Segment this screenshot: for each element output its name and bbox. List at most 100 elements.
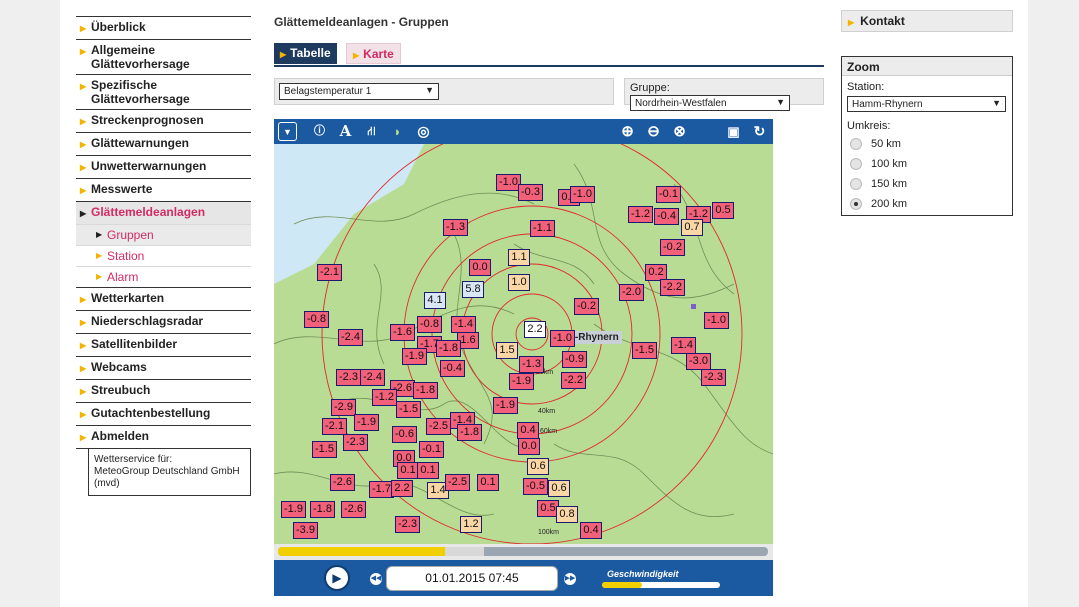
- station-value-tag[interactable]: -0.8: [417, 316, 442, 333]
- timeline-track[interactable]: [278, 547, 768, 556]
- station-value-tag[interactable]: -0.2: [574, 298, 599, 315]
- station-value-tag[interactable]: -2.6: [330, 474, 355, 491]
- station-value-tag[interactable]: 0.1: [397, 462, 419, 479]
- station-value-tag[interactable]: -1.6: [390, 324, 415, 341]
- radio-button[interactable]: [850, 198, 862, 210]
- nav-item-allgemeine-glaettevorhersage[interactable]: ▶ Allgemeine Glättevorhersage: [76, 39, 251, 74]
- tab-karte[interactable]: ▶ Karte: [346, 43, 401, 64]
- station-value-tag[interactable]: -1.2: [372, 389, 397, 406]
- station-value-tag[interactable]: -2.1: [317, 264, 342, 281]
- station-select[interactable]: Hamm-Rhynern ▼: [847, 96, 1006, 112]
- nav-item-satellitenbilder[interactable]: ▶ Satellitenbilder: [76, 333, 251, 356]
- station-value-tag[interactable]: -1.3: [519, 356, 544, 373]
- station-value-tag[interactable]: -2.3: [343, 434, 368, 451]
- radio-button[interactable]: [850, 178, 862, 190]
- datetime-field[interactable]: 01.01.2015 07:45: [386, 566, 558, 591]
- zoom-out-icon[interactable]: ⊖: [644, 122, 663, 141]
- save-icon[interactable]: ▣: [724, 122, 743, 141]
- station-value-tag[interactable]: -3.9: [293, 522, 318, 539]
- station-value-tag[interactable]: -0.4: [440, 360, 465, 377]
- station-value-tag[interactable]: -1.5: [312, 441, 337, 458]
- contact-button[interactable]: ▶ Kontakt: [841, 10, 1013, 32]
- station-value-tag[interactable]: -0.5: [523, 478, 548, 495]
- nav-item-wetterkarten[interactable]: ▶ Wetterkarten: [76, 287, 251, 310]
- radio-button[interactable]: [850, 158, 862, 170]
- nav-item-niederschlagsradar[interactable]: ▶ Niederschlagsradar: [76, 310, 251, 333]
- station-value-tag[interactable]: -1.0: [704, 312, 729, 329]
- play-button[interactable]: ▶: [324, 565, 350, 591]
- station-value-tag[interactable]: -0.1: [656, 186, 681, 203]
- radius-option-100[interactable]: 100 km: [850, 157, 907, 171]
- station-value-tag[interactable]: 1.5: [496, 342, 518, 359]
- refresh-icon[interactable]: ↻: [750, 122, 769, 141]
- station-value-tag[interactable]: -1.3: [443, 219, 468, 236]
- station-value-tag[interactable]: 5.8: [462, 281, 484, 298]
- zoom-in-icon[interactable]: ⊕: [618, 122, 637, 141]
- station-value-tag[interactable]: 0.0: [518, 438, 540, 455]
- station-value-tag[interactable]: -0.1: [419, 441, 444, 458]
- station-value-tag[interactable]: 0.0: [469, 259, 491, 276]
- station-value-tag[interactable]: -1.0: [570, 186, 595, 203]
- nav-item-glaettemeldeanlagen[interactable]: ▶ Glättemeldeanlagen: [76, 201, 251, 224]
- station-value-tag[interactable]: -1.9: [493, 397, 518, 414]
- region-map-icon[interactable]: ◗: [388, 122, 407, 141]
- station-value-tag[interactable]: 2.2: [524, 321, 546, 338]
- station-value-tag[interactable]: -1.5: [632, 342, 657, 359]
- station-value-tag[interactable]: -2.3: [701, 369, 726, 386]
- station-value-tag[interactable]: 0.8: [556, 506, 578, 523]
- station-value-tag[interactable]: -2.5: [426, 418, 451, 435]
- station-value-tag[interactable]: -0.2: [660, 239, 685, 256]
- station-value-tag[interactable]: 0.6: [548, 480, 570, 497]
- station-value-tag[interactable]: -1.9: [402, 348, 427, 365]
- radius-circle-icon[interactable]: ◎: [414, 122, 433, 141]
- station-value-tag[interactable]: -2.5: [445, 474, 470, 491]
- station-value-tag[interactable]: -1.9: [509, 373, 534, 390]
- nav-item-ueberblick[interactable]: ▶ Überblick: [76, 16, 251, 39]
- station-value-tag[interactable]: -2.3: [336, 369, 361, 386]
- text-label-icon[interactable]: A: [336, 122, 355, 141]
- station-value-tag[interactable]: 1.1: [508, 249, 530, 266]
- step-back-button[interactable]: ◀◀: [370, 573, 382, 585]
- station-value-tag[interactable]: 4.1: [424, 292, 446, 309]
- nav-item-spezifische-glaettevorhersage[interactable]: ▶ Spezifische Glättevorhersage: [76, 74, 251, 109]
- station-value-tag[interactable]: -1.8: [436, 340, 461, 357]
- nav-subitem-gruppen[interactable]: ▶ Gruppen: [76, 224, 251, 245]
- speed-slider[interactable]: [602, 582, 720, 588]
- station-value-tag[interactable]: -2.4: [338, 329, 363, 346]
- station-value-tag[interactable]: -1.2: [628, 206, 653, 223]
- station-value-tag[interactable]: 0.6: [527, 458, 549, 475]
- station-value-tag[interactable]: -1.9: [281, 501, 306, 518]
- map-canvas[interactable]: m-Rhynern 20km 40km 60km 100km -1.0 -0.3 0…: [274, 144, 773, 544]
- station-value-tag[interactable]: 0.7: [681, 219, 703, 236]
- radio-button[interactable]: [850, 138, 862, 150]
- station-value-tag[interactable]: -2.6: [341, 501, 366, 518]
- zoom-reset-icon[interactable]: ⊗: [670, 122, 689, 141]
- parameter-select[interactable]: Belagstemperatur 1 ▼: [279, 83, 439, 100]
- station-value-tag[interactable]: -2.1: [322, 418, 347, 435]
- station-value-tag[interactable]: 2.2: [391, 480, 413, 497]
- station-value-tag[interactable]: -1.8: [310, 501, 335, 518]
- nav-subitem-station[interactable]: ▶ Station: [76, 245, 251, 266]
- timeline-progress[interactable]: [274, 544, 773, 560]
- road-icon[interactable]: ⛙: [362, 122, 381, 141]
- nav-item-abmelden[interactable]: ▶ Abmelden: [76, 425, 251, 448]
- group-select[interactable]: Nordrhein-Westfalen ▼: [630, 95, 790, 111]
- station-value-tag[interactable]: -0.6: [392, 426, 417, 443]
- station-value-tag[interactable]: -2.2: [660, 279, 685, 296]
- station-value-tag[interactable]: 1.0: [508, 274, 530, 291]
- station-value-tag[interactable]: -2.2: [561, 372, 586, 389]
- station-value-tag[interactable]: -0.9: [562, 351, 587, 368]
- nav-item-unwetterwarnungen[interactable]: ▶ Unwetterwarnungen: [76, 155, 251, 178]
- station-value-tag[interactable]: -1.4: [451, 316, 476, 333]
- nav-item-webcams[interactable]: ▶ Webcams: [76, 356, 251, 379]
- radius-option-200[interactable]: 200 km: [850, 197, 907, 211]
- station-value-tag[interactable]: -3.0: [686, 353, 711, 370]
- station-value-tag[interactable]: 0.4: [517, 422, 539, 439]
- nav-item-streubuch[interactable]: ▶ Streubuch: [76, 379, 251, 402]
- station-value-tag[interactable]: -1.0: [550, 330, 575, 347]
- nav-item-streckenprognosen[interactable]: ▶ Streckenprognosen: [76, 109, 251, 132]
- station-value-tag[interactable]: -0.8: [304, 311, 329, 328]
- station-value-tag[interactable]: -1.9: [354, 414, 379, 431]
- station-value-tag[interactable]: 1.2: [460, 516, 482, 533]
- menu-dropdown-icon[interactable]: ▼: [278, 122, 297, 141]
